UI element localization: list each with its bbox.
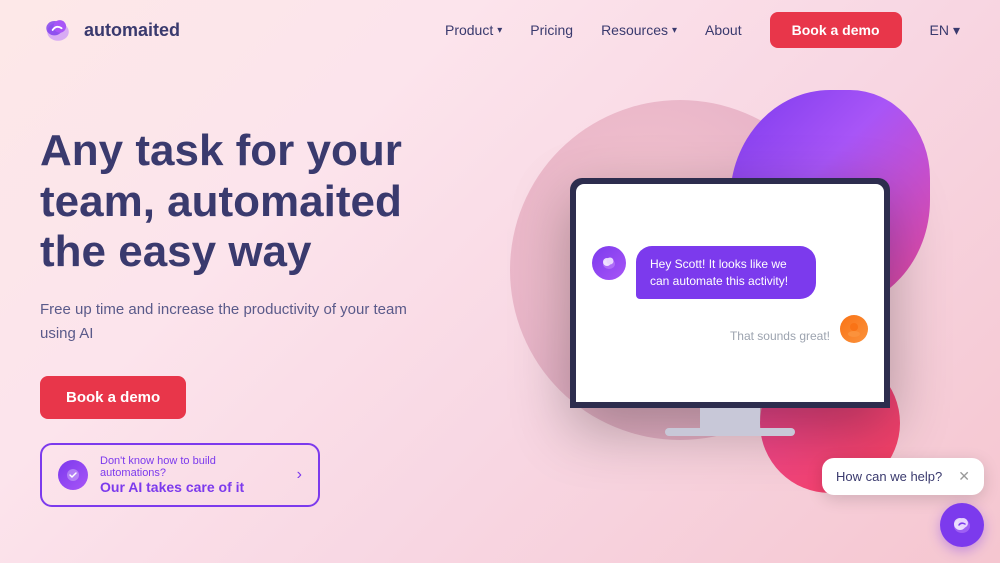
bot-avatar (592, 246, 626, 280)
nav-about[interactable]: About (705, 22, 742, 38)
navbar: automaited Product ▾ Pricing Resources ▾… (0, 0, 1000, 60)
ai-card-arrow-icon: › (297, 466, 302, 484)
chat-user-message: That sounds great! (592, 315, 868, 343)
bot-bubble: Hey Scott! It looks like we can automate… (636, 246, 816, 300)
stand-base (665, 428, 795, 436)
ai-card-text: Don't know how to build automations? Our… (100, 455, 285, 495)
chat-fab-button[interactable] (940, 503, 984, 547)
monitor-stand (570, 408, 890, 436)
logo-text: automaited (84, 20, 180, 41)
user-avatar (840, 315, 868, 343)
hero-book-demo-button[interactable]: Book a demo (40, 376, 186, 419)
hero-left: Any task for your team, automaited the e… (40, 126, 500, 507)
chat-help-bubble: How can we help? ✕ (822, 458, 984, 495)
product-chevron-icon: ▾ (497, 25, 502, 36)
chat-widget: How can we help? ✕ (822, 458, 984, 547)
chat-bot-message: Hey Scott! It looks like we can automate… (592, 246, 868, 300)
logo[interactable]: automaited (40, 12, 180, 48)
stand-neck (700, 408, 760, 428)
nav-links: Product ▾ Pricing Resources ▾ About Book… (445, 12, 960, 48)
lang-chevron-icon: ▾ (953, 22, 960, 39)
ai-card[interactable]: Don't know how to build automations? Our… (40, 443, 320, 507)
chat-close-icon[interactable]: ✕ (958, 468, 970, 485)
nav-product[interactable]: Product ▾ (445, 22, 502, 38)
lang-selector[interactable]: EN ▾ (930, 22, 960, 39)
monitor-container: Hey Scott! It looks like we can automate… (570, 178, 890, 436)
ai-card-icon (58, 460, 88, 490)
logo-icon (40, 12, 76, 48)
monitor-screen: Hey Scott! It looks like we can automate… (576, 184, 884, 402)
nav-pricing[interactable]: Pricing (530, 22, 573, 38)
monitor: Hey Scott! It looks like we can automate… (570, 178, 890, 408)
nav-resources[interactable]: Resources ▾ (601, 22, 677, 38)
nav-book-demo-button[interactable]: Book a demo (770, 12, 902, 48)
hero-title: Any task for your team, automaited the e… (40, 126, 500, 278)
resources-chevron-icon: ▾ (672, 25, 677, 36)
hero-subtitle: Free up time and increase the productivi… (40, 298, 420, 346)
